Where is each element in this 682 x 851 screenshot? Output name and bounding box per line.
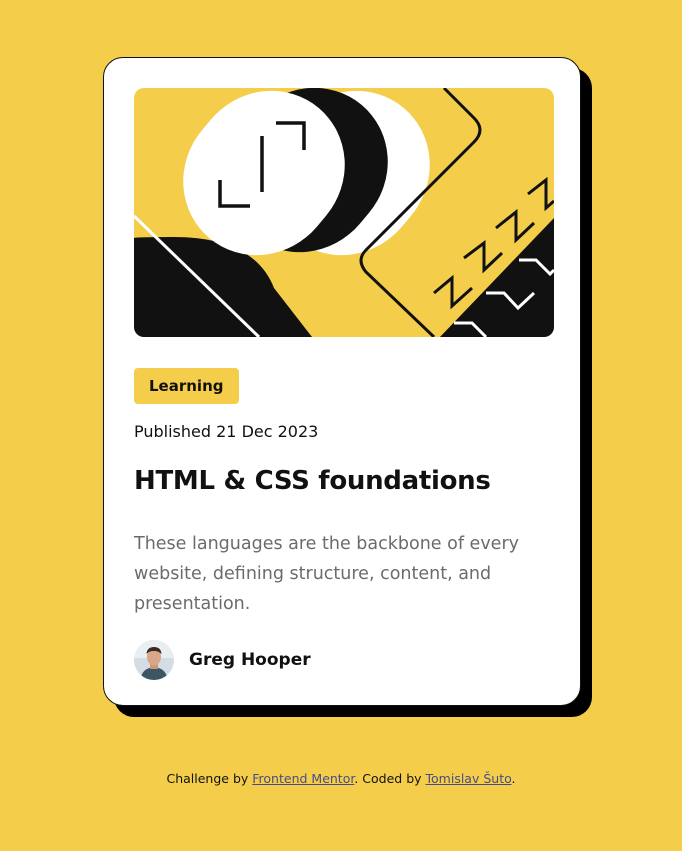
published-date: Published 21 Dec 2023 <box>134 422 319 441</box>
attribution-prefix: Challenge by <box>166 771 253 786</box>
card-description: These languages are the backbone of ever… <box>134 534 519 614</box>
card-title[interactable]: HTML & CSS foundations <box>134 466 491 496</box>
hero-illustration <box>134 88 554 337</box>
frontend-mentor-link[interactable]: Frontend Mentor <box>252 771 354 786</box>
blog-preview-card: Learning Published 21 Dec 2023 HTML & CS… <box>103 57 581 706</box>
attribution-suffix: . <box>511 771 516 786</box>
attribution: Challenge by Frontend Mentor. Coded by T… <box>0 771 682 786</box>
author: Greg Hooper <box>134 640 311 680</box>
avatar <box>134 640 174 680</box>
author-name: Greg Hooper <box>189 650 311 670</box>
attribution-middle: . Coded by <box>354 771 426 786</box>
category-tag: Learning <box>134 368 239 404</box>
author-link[interactable]: Tomislav Šuto <box>426 771 512 786</box>
